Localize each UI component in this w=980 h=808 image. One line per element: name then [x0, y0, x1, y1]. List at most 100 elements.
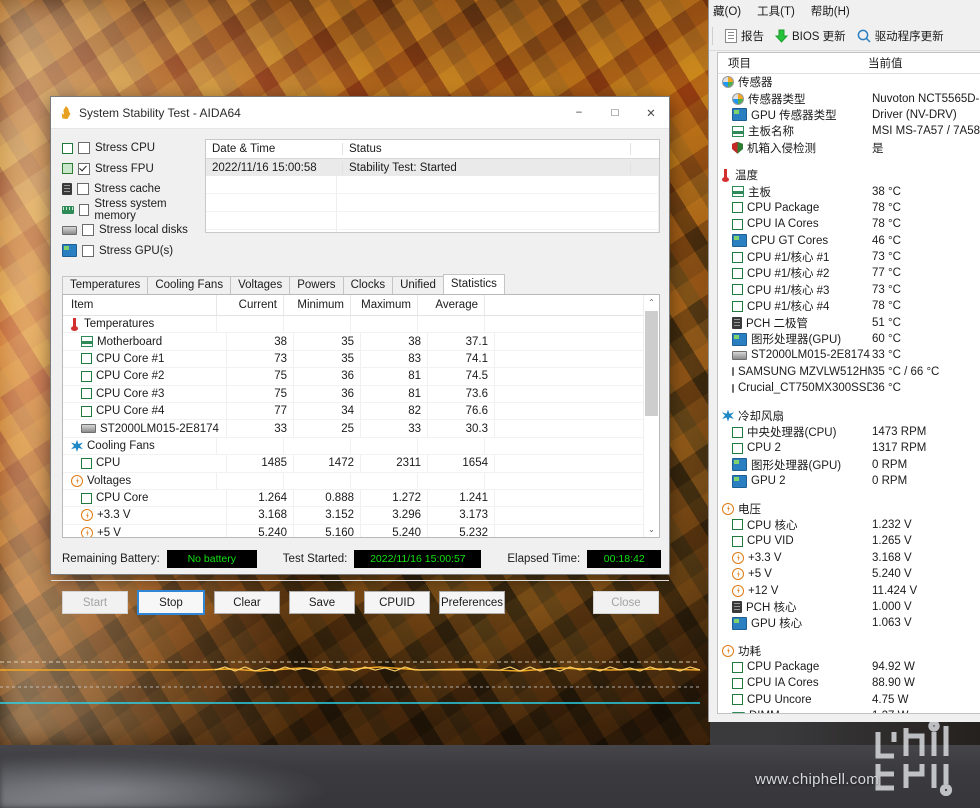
tab-voltages[interactable]: Voltages [230, 276, 291, 294]
stress-option-row[interactable]: Stress GPU(s) [62, 242, 198, 260]
stress-option-checkbox[interactable] [78, 162, 90, 175]
aida-sensor-row[interactable]: 主板 38 °C [718, 183, 980, 199]
tab-unified[interactable]: Unified [392, 276, 444, 294]
aida-sensor-row[interactable]: CPU #1/核心 #3 73 °C [718, 282, 980, 298]
cpuid-button[interactable]: CPUID [364, 591, 430, 614]
statistics-row[interactable]: CPU Core #1 73 35 83 74.1 [63, 350, 659, 369]
scroll-down-icon[interactable]: ⌄ [644, 522, 659, 537]
aida-sensor-row[interactable]: CPU 2 1317 RPM [718, 440, 980, 456]
save-button[interactable]: Save [289, 591, 355, 614]
aida-sensor-row[interactable]: PCH 二极管 51 °C [718, 314, 980, 330]
tab-temperatures[interactable]: Temperatures [62, 276, 149, 294]
statistics-category-row[interactable]: Cooling Fans [63, 437, 659, 456]
stress-option-row[interactable]: Stress cache [62, 180, 198, 198]
toolbar-bios-update[interactable]: BIOS 更新 [775, 28, 846, 44]
toolbar-driver-update[interactable]: 驱动程序更新 [857, 28, 944, 44]
clear-button[interactable]: Clear [214, 591, 280, 614]
tab-powers[interactable]: Powers [289, 276, 344, 294]
aida-sensor-row[interactable]: CPU Uncore 4.75 W [718, 692, 980, 708]
statistics-scrollbar[interactable]: ⌃ ⌄ [643, 295, 659, 537]
aida-sensor-row[interactable]: +12 V 11.424 V [718, 582, 980, 598]
aida-sensor-row[interactable]: 主板名称 MSI MS-7A57 / 7A58 / [718, 123, 980, 139]
stress-option-row[interactable]: Stress system memory [62, 198, 198, 222]
stop-button[interactable]: Stop [137, 590, 205, 615]
aida-sensor-row[interactable]: GPU 传感器类型 Driver (NV-DRV) [718, 107, 980, 123]
statistics-rows[interactable]: Temperatures Motherboard 38 35 38 37.1 CPU Cor… [63, 316, 659, 537]
aida-sensor-row[interactable]: CPU IA Cores 88.90 W [718, 675, 980, 691]
statistics-row[interactable]: +3.3 V 3.168 3.152 3.296 3.173 [63, 507, 659, 525]
stress-option-checkbox[interactable] [77, 183, 89, 195]
aida-sensor-row[interactable]: 传感器类型 Nuvoton NCT5565D-M [718, 90, 980, 106]
aida-sensor-row[interactable]: 图形处理器(GPU) 60 °C [718, 331, 980, 347]
aida-sensor-row[interactable]: 中央处理器(CPU) 1473 RPM [718, 424, 980, 440]
aida-sensor-row[interactable]: GPU 核心 1.063 V [718, 615, 980, 631]
aida-sensor-row[interactable]: ST2000LM015-2E8174 33 °C [718, 347, 980, 363]
menu-favorites[interactable]: 藏(O) [713, 3, 741, 19]
tab-cooling-fans[interactable]: Cooling Fans [147, 276, 232, 294]
down-arrow-icon [775, 29, 788, 43]
statistics-category-row[interactable]: Voltages [63, 472, 659, 490]
statistics-row[interactable]: CPU Core #3 75 36 81 73.6 [63, 385, 659, 403]
aida-sensor-row[interactable]: CPU #1/核心 #2 77 °C [718, 265, 980, 281]
minimize-button[interactable]: − [561, 98, 597, 128]
stress-option-checkbox[interactable] [82, 244, 94, 257]
stress-option-row[interactable]: Stress FPU [62, 160, 198, 178]
stress-option-row[interactable]: Stress local disks [62, 221, 198, 239]
log-row[interactable]: 2022/11/16 15:00:58 Stability Test: Star… [206, 159, 659, 176]
aida-sensor-row[interactable]: PCH 核心 1.000 V [718, 599, 980, 615]
aida-sensor-row[interactable]: CPU VID 1.265 V [718, 533, 980, 549]
statistics-category-row[interactable]: Temperatures [63, 316, 659, 334]
aida-sensor-row[interactable]: SAMSUNG MZVLW512HMJP...35 °C / 66 °C [718, 364, 980, 380]
statistics-row[interactable]: CPU 1485 1472 2311 1654 [63, 455, 659, 473]
statistics-row[interactable]: CPU Core #2 75 36 81 74.5 [63, 368, 659, 386]
statistics-row[interactable]: ST2000LM015-2E8174 33 25 33 30.3 [63, 420, 659, 438]
menu-help[interactable]: 帮助(H) [811, 3, 850, 19]
aida-group-row[interactable]: 冷却风扇 [718, 407, 980, 423]
close-button[interactable]: ✕ [633, 98, 669, 128]
statistics-row[interactable]: CPU Core 1.264 0.888 1.272 1.241 [63, 489, 659, 508]
menu-tools[interactable]: 工具(T) [757, 3, 795, 19]
aida-sensor-row[interactable]: CPU #1/核心 #1 73 °C [718, 249, 980, 265]
aida-sensor-row[interactable]: 机箱入侵检测 是 [718, 140, 980, 156]
preferences-button[interactable]: Preferences [439, 591, 505, 614]
aida-sensor-row[interactable]: CPU GT Cores 46 °C [718, 233, 980, 249]
aida-sensor-row[interactable]: Crucial_CT750MX300SSD1 36 °C [718, 380, 980, 396]
stress-option-row[interactable]: Stress CPU [62, 139, 198, 157]
aida-row-value: 1.063 V [872, 617, 912, 630]
statistics-current-cell [217, 472, 284, 489]
tab-statistics[interactable]: Statistics [442, 274, 505, 294]
scrollbar-thumb[interactable] [645, 311, 658, 416]
statistics-minimum-cell: 35 [294, 350, 361, 368]
aida-sensor-row[interactable]: 图形处理器(GPU) 0 RPM [718, 457, 980, 473]
toolbar-report[interactable]: 报告 [725, 28, 764, 44]
stress-option-checkbox[interactable] [78, 203, 90, 216]
aida-sensor-row[interactable]: +5 V 5.240 V [718, 566, 980, 582]
event-log[interactable]: Date & Time Status 2022/11/16 15:00:58 S… [205, 139, 660, 233]
aida-sensor-row[interactable]: CPU IA Cores 78 °C [718, 216, 980, 232]
aida-group-row[interactable]: 温度 [718, 167, 980, 183]
chip-icon [732, 600, 742, 613]
aida-group-row[interactable]: 功耗 [718, 643, 980, 659]
aida-sensor-row[interactable]: CPU 核心 1.232 V [718, 517, 980, 533]
aida-row-label: GPU 核心 [751, 618, 803, 631]
scroll-up-icon[interactable]: ⌃ [644, 295, 659, 310]
aida-sensor-rows[interactable]: 传感器 传感器类型 Nuvoton NCT5565D-M GPU 传感器类型 Drive… [718, 74, 980, 713]
statistics-grid[interactable]: Item Current Minimum Maximum Average Tem… [62, 294, 660, 538]
aida-sensor-row[interactable]: DIMM 1.27 W [718, 708, 980, 713]
statistics-row[interactable]: +5 V 5.240 5.160 5.240 5.232 [63, 524, 659, 537]
aida-sensor-row[interactable]: +3.3 V 3.168 V [718, 550, 980, 566]
aida-sensor-row[interactable]: CPU Package 78 °C [718, 200, 980, 216]
statistics-row[interactable]: CPU Core #4 77 34 82 76.6 [63, 402, 659, 421]
statistics-headers: Item Current Minimum Maximum Average [63, 295, 659, 316]
stress-option-checkbox[interactable] [78, 142, 90, 154]
tab-clocks[interactable]: Clocks [342, 276, 394, 294]
aida-group-row[interactable]: 电压 [718, 500, 980, 516]
maximize-button[interactable]: □ [597, 98, 633, 128]
aida-sensor-row[interactable]: GPU 2 0 RPM [718, 473, 980, 489]
statistics-row[interactable]: Motherboard 38 35 38 37.1 [63, 333, 659, 351]
stress-option-checkbox[interactable] [82, 224, 94, 236]
dialog-tabs[interactable]: Temperatures Cooling Fans Voltages Powers Cl… [62, 274, 669, 294]
aida-group-row[interactable]: 传感器 [718, 74, 980, 90]
aida-sensor-row[interactable]: CPU Package 94.92 W [718, 659, 980, 675]
aida-sensor-row[interactable]: CPU #1/核心 #4 78 °C [718, 298, 980, 314]
